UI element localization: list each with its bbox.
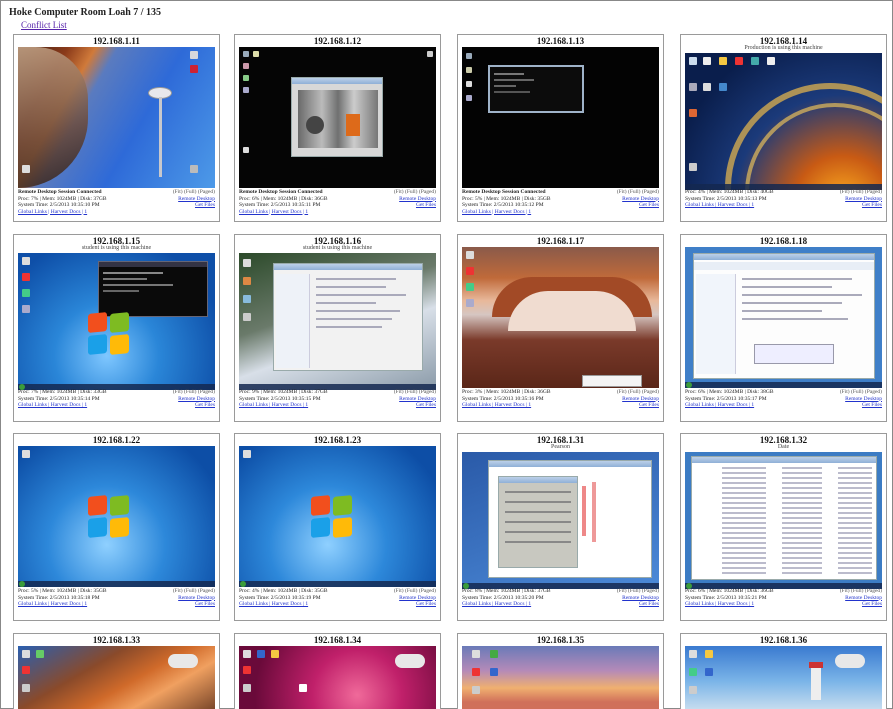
global-links[interactable]: Global Links | Harvest Docs | 1 [239,402,308,409]
computer-ip: 192.168.1.36 [759,635,808,645]
computer-info: Remote Desktop Session Connected (Fit) (F… [239,189,436,215]
screen-thumbnail[interactable] [239,47,436,188]
computer-info: Proc: 5% | Mem: 1024MB | Disk: 35GB (Fit)… [18,588,215,608]
computer-note: Production is using this machine [744,45,823,51]
screen-thumbnail[interactable] [239,446,436,587]
computer-ip: 192.168.1.12 [313,36,362,46]
computer-ip: 192.168.1.18 [759,236,808,246]
global-links[interactable]: Global Links | Harvest Docs | 1 [18,402,87,409]
screen-thumbnail[interactable] [685,247,882,388]
screen-thumbnail[interactable] [18,646,215,709]
global-links[interactable]: Global Links | Harvest Docs | 1 [685,601,754,608]
computer-info: Proc: 6% | Mem: 1024MB | Disk: 38GB (Fit)… [685,389,882,409]
computer-note: student is using this machine [81,245,152,251]
global-links[interactable]: Global Links | Harvest Docs | 1 [685,402,754,409]
computer-ip: 192.168.1.33 [92,635,141,645]
get-files-link[interactable]: Get Files [416,601,436,608]
computer-info: Proc: 7% | Mem: 1024MB | Disk: 33GB (Fit)… [18,389,215,409]
computer-card: 192.168.1.13 Remote Desktop Session Conn… [457,34,664,222]
computer-info: Proc: 6% | Mem: 1024MB | Disk: 36GB (Fit)… [685,588,882,608]
page-title: Hoke Computer Room Loah 7 / 135 [9,7,162,18]
computer-note: student is using this machine [302,245,373,251]
computer-info: Proc: 8% | Mem: 1024MB | Disk: 37GB (Fit)… [462,588,659,608]
global-links[interactable]: Global Links | Harvest Docs | 1 [18,209,87,216]
computer-ip: 192.168.1.35 [536,635,585,645]
get-files-link[interactable]: Get Files [639,402,659,409]
get-files-link[interactable]: Get Files [416,202,436,209]
screen-thumbnail[interactable] [18,446,215,587]
computer-card: 192.168.1.18 Proc: 6% | Mem: 1024MB | Di… [680,234,887,422]
get-files-link[interactable]: Get Files [416,402,436,409]
screen-thumbnail[interactable] [462,247,659,388]
computer-card: 192.168.1.32 Date Proc: 6% | Mem: 1024MB… [680,433,887,621]
taskbar [18,581,215,587]
computer-info: Proc: 4% | Mem: 1024MB | Disk: 40GB (Fit)… [685,189,882,209]
computer-info: Remote Desktop Session Connected (Fit) (F… [18,189,215,215]
computer-ip: 192.168.1.34 [313,635,362,645]
screen-thumbnail[interactable] [685,452,882,589]
computer-card: 192.168.1.31 Pearson Proc: 8% | Mem: 102… [457,433,664,621]
global-links[interactable]: Global Links | Harvest Docs | 1 [239,209,308,216]
computer-card: 192.168.1.36 [680,633,887,709]
global-links[interactable]: Global Links | Harvest Docs | 1 [462,209,531,216]
screen-thumbnail[interactable] [462,47,659,188]
global-links[interactable]: Global Links | Harvest Docs | 1 [239,601,308,608]
computer-card: 192.168.1.17 Proc: 3% | Mem: 1024MB | Di… [457,234,664,422]
conflict-list-link[interactable]: Conflict List [21,20,67,30]
computer-card: 192.168.1.35 [457,633,664,709]
computer-card: 192.168.1.14 Production is using this ma… [680,34,887,222]
get-files-link[interactable]: Get Files [862,402,882,409]
computer-ip: 192.168.1.23 [313,435,362,445]
screen-thumbnail[interactable] [462,452,659,589]
global-links[interactable]: Global Links | Harvest Docs | 1 [18,601,87,608]
screen-thumbnail[interactable] [462,646,659,709]
computer-card: 192.168.1.11 Remote Desktop Session Conn… [13,34,220,222]
get-files-link[interactable]: Get Files [639,202,659,209]
get-files-link[interactable]: Get Files [862,601,882,608]
get-files-link[interactable]: Get Files [862,202,882,209]
get-files-link[interactable]: Get Files [195,601,215,608]
get-files-link[interactable]: Get Files [639,601,659,608]
global-links[interactable]: Global Links | Harvest Docs | 1 [462,402,531,409]
taskbar [685,382,882,388]
screen-thumbnail[interactable] [685,646,882,709]
computer-ip: 192.168.1.11 [93,36,140,46]
global-links[interactable]: Global Links | Harvest Docs | 1 [685,202,754,209]
computer-ip: 192.168.1.17 [536,236,585,246]
computer-card: 192.168.1.34 [234,633,441,709]
computer-note: Date [777,444,790,450]
get-files-link[interactable]: Get Files [195,402,215,409]
computer-card: 192.168.1.15 student is using this machi… [13,234,220,422]
computer-card: 192.168.1.33 [13,633,220,709]
get-files-link[interactable]: Get Files [195,202,215,209]
screen-thumbnail[interactable] [239,646,436,709]
computer-info: Proc: 9% | Mem: 1024MB | Disk: 37GB (Fit)… [239,389,436,409]
taskbar [239,581,436,587]
computer-card: 192.168.1.16 student is using this machi… [234,234,441,422]
computer-note: Pearson [551,444,570,450]
computer-info: Proc: 4% | Mem: 1024MB | Disk: 35GB (Fit)… [239,588,436,608]
screen-thumbnail[interactable] [685,53,882,190]
computer-card: 192.168.1.12 Remote Desktop Session Conn… [234,34,441,222]
computer-ip: 192.168.1.22 [92,435,141,445]
screen-thumbnail[interactable] [18,253,215,390]
computer-ip: 192.168.1.13 [536,36,585,46]
computer-card: 192.168.1.23 Proc: 4% | Mem: 1024MB | Di… [234,433,441,621]
computer-card: 192.168.1.22 Proc: 5% | Mem: 1024MB | Di… [13,433,220,621]
computer-info: Remote Desktop Session Connected (Fit) (F… [462,189,659,215]
computer-info: Proc: 3% | Mem: 1024MB | Disk: 36GB (Fit)… [462,389,659,409]
global-links[interactable]: Global Links | Harvest Docs | 1 [462,601,531,608]
browser-page: Hoke Computer Room Loah 7 / 135 Conflict… [0,0,893,709]
screen-thumbnail[interactable] [239,253,436,390]
screen-thumbnail[interactable] [18,47,215,188]
